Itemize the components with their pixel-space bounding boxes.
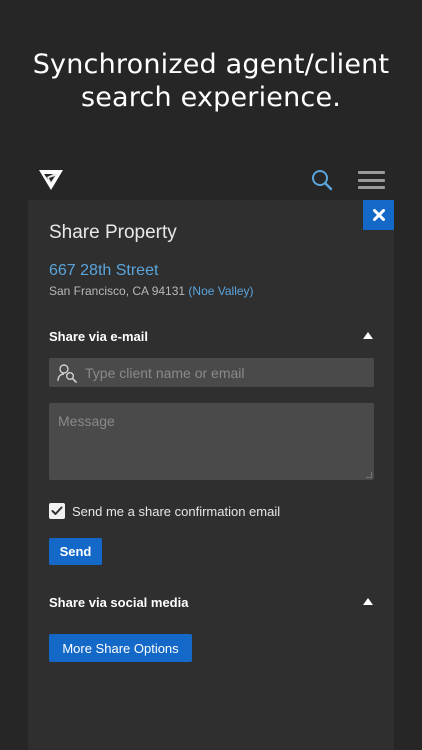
confirmation-checkbox[interactable] [49, 503, 65, 519]
marketing-headline: Synchronized agent/client search experie… [0, 48, 422, 114]
address-city-text: San Francisco, CA 94131 [49, 284, 186, 298]
confirmation-checkbox-label[interactable]: Send me a share confirmation email [72, 504, 280, 519]
neighborhood-link[interactable]: (Noe Valley) [188, 284, 253, 298]
message-textarea[interactable]: Message [49, 403, 374, 480]
close-icon [372, 209, 385, 221]
headline-line-2: search experience. [80, 82, 342, 113]
panel-title: Share Property [49, 222, 177, 243]
more-share-options-button[interactable]: More Share Options [49, 634, 192, 662]
message-placeholder: Message [58, 413, 115, 429]
collapse-social-caret-icon[interactable] [363, 598, 373, 605]
app-screen: Share Property 667 28th Street San Franc… [28, 160, 394, 750]
address-city: San Francisco, CA 94131 (Noe Valley) [49, 284, 254, 298]
hamburger-menu-icon[interactable] [358, 171, 385, 189]
client-search-input[interactable]: Type client name or email [49, 358, 374, 387]
address-street-link[interactable]: 667 28th Street [49, 262, 158, 280]
brand-shield-logo-icon[interactable] [38, 168, 64, 192]
search-icon[interactable] [310, 168, 334, 192]
client-input-placeholder: Type client name or email [85, 364, 245, 381]
share-email-section-title[interactable]: Share via e-mail [49, 329, 148, 344]
share-social-section-title[interactable]: Share via social media [49, 595, 188, 610]
menu-line [358, 186, 385, 189]
collapse-email-caret-icon[interactable] [363, 332, 373, 339]
menu-line [358, 178, 385, 182]
send-button[interactable]: Send [49, 538, 102, 565]
headline-line-1: Synchronized agent/client [32, 49, 390, 80]
resize-grip-icon[interactable] [366, 472, 372, 478]
user-search-icon [57, 363, 77, 383]
menu-line [358, 171, 385, 174]
app-top-bar [28, 160, 394, 200]
close-button[interactable] [363, 200, 394, 230]
checkmark-icon [51, 506, 63, 515]
